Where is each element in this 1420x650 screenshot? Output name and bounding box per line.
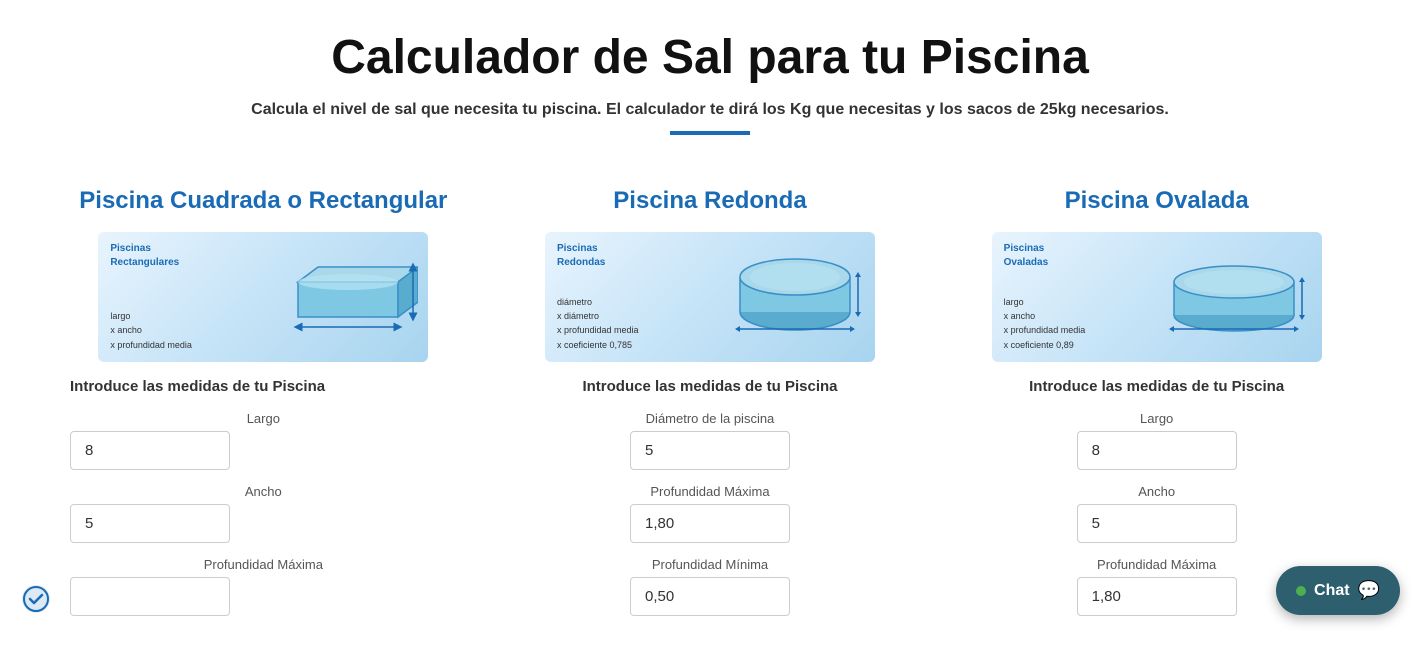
page-subtitle: Calcula el nivel de sal que necesita tu … xyxy=(20,101,1400,119)
oval-intro: Introduce las medidas de tu Piscina xyxy=(963,378,1350,395)
round-formula: diámetrox diámetrox profundidad mediax c… xyxy=(557,295,639,353)
round-pool-svg xyxy=(725,247,865,347)
oval-formula: largox anchox profundidad mediax coefici… xyxy=(1004,295,1086,353)
rectangular-largo-label: Largo xyxy=(247,411,280,426)
rectangular-image-label: PiscinasRectangulares xyxy=(110,242,179,270)
oval-image-label: PiscinasOvaladas xyxy=(1004,242,1048,270)
round-title: Piscina Redonda xyxy=(517,185,904,216)
page-header: Calculador de Sal para tu Piscina Calcul… xyxy=(0,0,1420,175)
verified-badge xyxy=(20,583,52,615)
round-profmin-group: Profundidad Mínima xyxy=(517,557,904,616)
rectangular-profmax-label: Profundidad Máxima xyxy=(204,557,323,572)
chat-bubble-icon: 💬 xyxy=(1358,580,1380,601)
oval-ancho-label: Ancho xyxy=(1138,484,1175,499)
round-profmin-label: Profundidad Mínima xyxy=(652,557,768,572)
rectangular-calculator: Piscina Cuadrada o Rectangular PiscinasR… xyxy=(40,175,487,650)
round-calculator: Piscina Redonda PiscinasRedondas diámetr… xyxy=(487,175,934,650)
rectangular-largo-input[interactable] xyxy=(70,431,230,470)
round-diameter-label: Diámetro de la piscina xyxy=(646,411,775,426)
rectangular-ancho-input[interactable] xyxy=(70,504,230,543)
oval-ancho-group: Ancho xyxy=(963,484,1350,543)
round-image-label: PiscinasRedondas xyxy=(557,242,605,270)
rectangular-profmax-group: Profundidad Máxima xyxy=(70,557,457,616)
oval-title: Piscina Ovalada xyxy=(963,185,1350,216)
chat-label: Chat xyxy=(1314,582,1350,600)
rectangular-intro: Introduce las medidas de tu Piscina xyxy=(70,378,457,395)
verified-icon-svg xyxy=(20,583,52,615)
round-intro: Introduce las medidas de tu Piscina xyxy=(517,378,904,395)
round-profmax-input[interactable] xyxy=(630,504,790,543)
oval-largo-input[interactable] xyxy=(1077,431,1237,470)
rectangular-profmax-input[interactable] xyxy=(70,577,230,616)
rectangular-largo-group: Largo xyxy=(70,411,457,470)
round-diameter-group: Diámetro de la piscina xyxy=(517,411,904,470)
rectangular-ancho-group: Ancho xyxy=(70,484,457,543)
oval-largo-group: Largo xyxy=(963,411,1350,470)
rectangular-pool-image: PiscinasRectangulares largox anchox prof… xyxy=(98,232,428,362)
rectangular-title: Piscina Cuadrada o Rectangular xyxy=(70,185,457,216)
chat-button[interactable]: Chat 💬 xyxy=(1276,566,1400,615)
header-divider xyxy=(670,131,750,135)
round-profmax-label: Profundidad Máxima xyxy=(650,484,769,499)
rectangular-pool-svg xyxy=(258,247,418,347)
chat-online-dot xyxy=(1296,586,1306,596)
rectangular-ancho-label: Ancho xyxy=(245,484,282,499)
oval-ancho-input[interactable] xyxy=(1077,504,1237,543)
round-profmin-input[interactable] xyxy=(630,577,790,616)
calculators-grid: Piscina Cuadrada o Rectangular PiscinasR… xyxy=(0,175,1420,650)
oval-pool-svg xyxy=(1157,247,1312,347)
oval-profmax-label: Profundidad Máxima xyxy=(1097,557,1216,572)
round-pool-image: PiscinasRedondas diámetrox diámetrox pro… xyxy=(545,232,875,362)
oval-pool-image: PiscinasOvaladas largox anchox profundid… xyxy=(992,232,1322,362)
page-title: Calculador de Sal para tu Piscina xyxy=(20,30,1400,85)
round-profmax-group: Profundidad Máxima xyxy=(517,484,904,543)
oval-profmax-input[interactable] xyxy=(1077,577,1237,616)
rectangular-formula: largox anchox profundidad media xyxy=(110,309,192,352)
oval-largo-label: Largo xyxy=(1140,411,1173,426)
round-diameter-input[interactable] xyxy=(630,431,790,470)
